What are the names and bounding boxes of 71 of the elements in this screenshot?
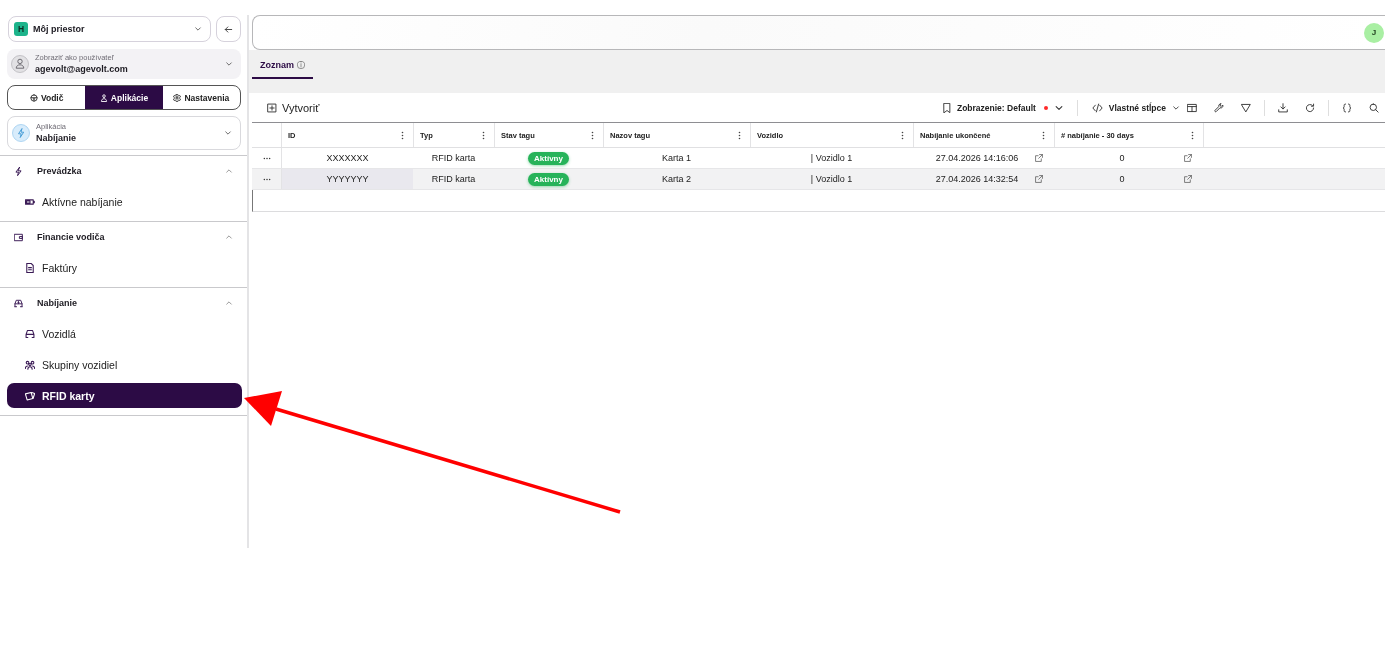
external-link-icon[interactable] <box>1035 175 1043 183</box>
filter-icon[interactable] <box>1241 102 1251 113</box>
external-link-icon[interactable] <box>1184 154 1192 162</box>
gear-icon <box>173 93 182 102</box>
user-avatar-icon <box>11 55 29 73</box>
cell-text: 0 <box>1118 153 1126 163</box>
external-link-icon[interactable] <box>1184 175 1192 183</box>
chevron-down-icon <box>1172 103 1180 112</box>
nav-item[interactable]: Skupiny vozidiel <box>7 352 242 377</box>
search-icon[interactable] <box>1369 102 1379 113</box>
cell-text: 27.04.2026 14:16:06 <box>934 153 1020 163</box>
application-value: Nabíjanie <box>36 132 77 144</box>
cell-text: 27.04.2026 14:32:54 <box>934 174 1020 184</box>
mode-tab[interactable]: Nastavenia <box>162 86 240 109</box>
car-icon <box>25 328 35 339</box>
table-cell-text: Karta 2 <box>661 173 692 186</box>
document-icon <box>25 262 35 273</box>
mode-tab[interactable]: Aplikácie <box>85 86 163 109</box>
arrow-left-icon <box>224 24 233 34</box>
workspace-select[interactable]: H Môj priestor <box>8 16 211 42</box>
create-button[interactable]: Vytvoriť <box>267 101 320 114</box>
nav-item[interactable]: Faktúry <box>7 255 242 280</box>
status-badge: Aktívny <box>528 151 569 165</box>
download-icon[interactable] <box>1278 102 1288 113</box>
workspace-name: Môj priestor <box>33 24 86 34</box>
custom-columns-button[interactable]: Vlastné stĺpce <box>1090 102 1180 113</box>
table-cell: YYYYYYY <box>281 169 413 189</box>
table-cell-text: RFID karta <box>430 173 477 186</box>
chevron-down-icon <box>224 129 232 137</box>
table-row[interactable]: XXXXXXX RFID karta Aktívny Karta 1 | Vozidlo 1 27.04.2026 14:16:06 0 <box>252 148 1385 169</box>
group-icon <box>25 359 35 370</box>
chevron-down-icon <box>194 25 202 33</box>
bookmark-icon <box>941 102 952 113</box>
info-icon <box>297 61 305 69</box>
mode-tab[interactable]: Vodič <box>8 86 86 109</box>
nav-item[interactable]: Vozidlá <box>7 321 242 346</box>
wrench-icon[interactable] <box>1214 102 1224 113</box>
more-icon[interactable] <box>262 156 271 160</box>
chevron-down-icon <box>225 60 233 68</box>
tab[interactable]: Zoznam <box>252 60 313 79</box>
table-cell-text: RFID karta <box>430 152 477 165</box>
nav-section-header[interactable]: Prevádzka <box>0 156 247 186</box>
lightning-icon <box>14 166 23 176</box>
table-cell-text: | Vozidlo 1 <box>809 152 854 165</box>
more-icon[interactable] <box>262 177 271 181</box>
view-select[interactable]: Zobrazenie: Default <box>941 102 1064 113</box>
cell-text: 0 <box>1118 174 1126 184</box>
table-cell-text: | Vozidlo 1 <box>809 173 854 186</box>
nav-section-header[interactable]: Financie vodiča <box>0 222 247 252</box>
external-link-icon[interactable] <box>1035 154 1043 162</box>
columns-icon[interactable] <box>1187 102 1197 113</box>
table-cell-text: Karta 1 <box>661 152 692 165</box>
workspace-badge: H <box>14 22 28 36</box>
person-icon <box>99 93 108 102</box>
wallet-icon <box>14 232 23 242</box>
cards-icon <box>25 390 35 401</box>
user-avatar[interactable]: J <box>1364 22 1384 43</box>
status-badge: Aktívny <box>528 172 569 186</box>
nav-section-header[interactable]: Nabíjanie <box>0 288 247 318</box>
lightning-icon <box>12 124 30 142</box>
table-row[interactable]: YYYYYYY RFID karta Aktívny Karta 2 | Vozidlo 1 27.04.2026 14:32:54 0 <box>252 169 1385 190</box>
nav-item[interactable]: Aktívne nabíjanie <box>7 189 242 214</box>
refresh-icon[interactable] <box>1305 102 1315 113</box>
nav-item[interactable]: RFID karty <box>7 383 242 408</box>
car-icon <box>14 298 23 308</box>
steering-wheel-icon <box>29 93 38 102</box>
table-cell: XXXXXXX <box>281 148 413 168</box>
braces-icon[interactable] <box>1342 102 1352 113</box>
battery-icon <box>25 196 35 207</box>
code-icon <box>1090 102 1104 113</box>
user-email: agevolt@agevolt.com <box>35 63 129 75</box>
